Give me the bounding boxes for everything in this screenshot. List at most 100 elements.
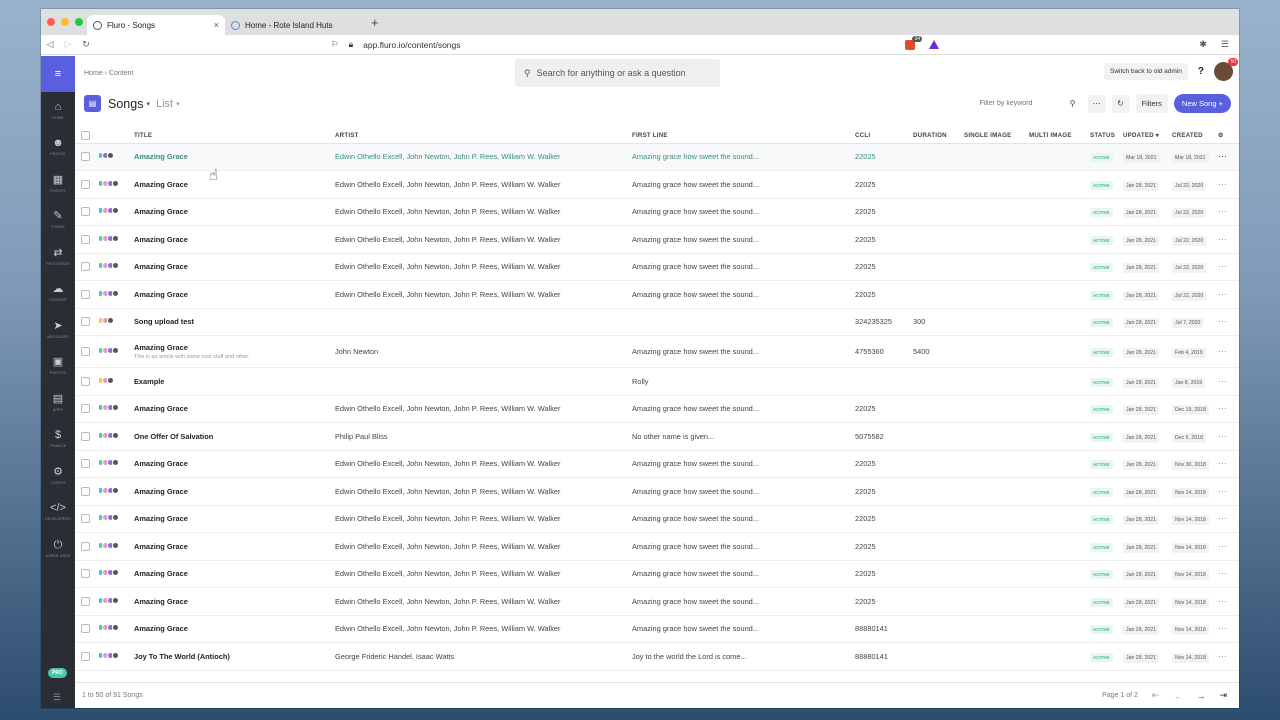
song-title[interactable]: Amazing Grace (134, 505, 335, 533)
column-settings-icon[interactable]: ⚙ (1218, 129, 1239, 144)
search-icon[interactable]: ⚲ (1063, 94, 1082, 113)
sidebar-item-messages[interactable]: ➤ MESSAGES (41, 311, 75, 348)
column-artist[interactable]: ARTIST (335, 129, 632, 144)
table-row[interactable]: Amazing Grace Edwin Othello Excell, John… (75, 225, 1239, 254)
song-title[interactable]: One Offer Of Salvation (134, 422, 335, 451)
maximize-window-button[interactable] (75, 18, 83, 26)
row-checkbox[interactable] (81, 234, 90, 244)
brave-shield-icon[interactable]: 34 (905, 35, 922, 50)
more-options-icon[interactable]: ⋯ (1218, 403, 1227, 413)
new-tab-button[interactable]: + (371, 15, 379, 30)
filters-button[interactable]: Filters (1135, 94, 1168, 113)
table-row[interactable]: Amazing Grace Edwin Othello Excell, John… (75, 253, 1239, 281)
row-checkbox[interactable] (81, 459, 90, 469)
song-title[interactable]: Amazing Grace (134, 225, 335, 254)
table-row[interactable]: Amazing Grace Edwin Othello Excell, John… (75, 477, 1239, 506)
song-title[interactable]: Amazing Grace (134, 587, 335, 616)
table-row[interactable]: Amazing Grace Edwin Othello Excell, John… (75, 170, 1239, 199)
song-title[interactable]: Amazing Grace (134, 253, 335, 281)
new-song-button[interactable]: New Song + (1173, 94, 1231, 113)
table-row[interactable]: Song upload test 324235325 300 ACTIVE Ja… (75, 308, 1239, 336)
table-row[interactable]: Amazing Grace Edwin Othello Excell, John… (75, 198, 1239, 226)
song-title[interactable]: Amazing Grace (134, 143, 335, 171)
more-options-icon[interactable]: ⋯ (1218, 431, 1227, 441)
sidebar-item-developers[interactable]: </> DEVELOPERS (41, 494, 75, 531)
song-title[interactable]: Amazing Grace (134, 280, 335, 309)
more-options-icon[interactable]: ⋯ (1218, 458, 1227, 468)
more-options-icon[interactable]: ⋯ (1218, 289, 1227, 299)
sidebar-item-config[interactable]: ⚙ CONFIG (41, 457, 75, 494)
chevron-down-icon[interactable]: ▾ (146, 100, 150, 108)
row-checkbox[interactable] (81, 179, 90, 189)
table-row[interactable]: Amazing Grace Edwin Othello Excell, John… (75, 505, 1239, 533)
last-page-icon[interactable]: ⇥ (1219, 690, 1227, 701)
back-icon[interactable]: ◁ (41, 39, 59, 50)
close-window-button[interactable] (47, 18, 55, 26)
view-selector[interactable]: List (156, 98, 173, 110)
column-single-image[interactable]: SINGLE IMAGE (964, 129, 1029, 144)
list-icon[interactable]: ☰ (53, 692, 61, 703)
column-status[interactable]: STATUS (1090, 129, 1123, 144)
search-input[interactable]: ⚲ Search for anything or ask a question (515, 59, 720, 87)
minimize-window-button[interactable] (61, 18, 69, 26)
switch-admin-button[interactable]: Switch back to old admin (1103, 63, 1188, 80)
column-title[interactable]: TITLE (134, 129, 335, 144)
song-title[interactable]: Amazing Grace (134, 477, 335, 506)
row-checkbox[interactable] (81, 541, 90, 551)
song-title[interactable]: Amazing Grace (134, 395, 335, 423)
url-text[interactable]: app.fluro.io/content/songs (363, 40, 460, 50)
song-title[interactable]: Song upload test (134, 308, 335, 336)
song-title[interactable]: Amazing Grace (134, 450, 335, 478)
first-page-icon[interactable]: ⇤ (1152, 690, 1160, 701)
sidebar-item-photos[interactable]: ▣ PHOTOS (41, 348, 75, 385)
table-row[interactable]: Amazing Grace Edwin Othello Excell, John… (75, 587, 1239, 616)
more-options-icon[interactable]: ⋯ (1087, 94, 1106, 113)
tab-fluro-songs[interactable]: Fluro - Songs × (87, 15, 225, 35)
row-checkbox[interactable] (81, 152, 90, 162)
table-row[interactable]: Amazing Grace Edwin Othello Excell, John… (75, 395, 1239, 423)
row-checkbox[interactable] (81, 207, 90, 217)
more-options-icon[interactable]: ⋯ (1218, 151, 1227, 161)
next-page-icon[interactable]: → (1196, 691, 1205, 701)
more-options-icon[interactable]: ⋯ (1218, 486, 1227, 496)
row-checkbox[interactable] (81, 376, 90, 386)
table-row[interactable]: Joy To The World (Antioch) George Frider… (75, 642, 1239, 671)
address-bar[interactable]: ⚐ 🔒︎ app.fluro.io/content/songs (331, 39, 461, 50)
table-row[interactable]: Amazing Grace Edwin Othello Excell, John… (75, 450, 1239, 478)
song-title[interactable]: Amazing Grace (134, 532, 335, 561)
row-checkbox[interactable] (81, 651, 90, 661)
brave-rewards-icon[interactable] (929, 40, 939, 49)
more-options-icon[interactable]: ⋯ (1218, 179, 1227, 189)
table-row[interactable]: One Offer Of Salvation Philip Paul Bliss… (75, 422, 1239, 451)
chevron-down-icon[interactable]: ▾ (176, 100, 180, 108)
column-ccli[interactable]: CCLI (855, 129, 913, 144)
table-row[interactable]: Amazing Grace This is an article with so… (75, 335, 1239, 368)
row-checkbox[interactable] (81, 317, 90, 327)
column-duration[interactable]: DURATION (913, 129, 964, 144)
table-row[interactable]: Amazing Grace Edwin Othello Excell, John… (75, 560, 1239, 588)
close-tab-icon[interactable]: × (214, 20, 219, 30)
table-row[interactable]: Amazing Grace Edwin Othello Excell, John… (75, 280, 1239, 309)
table-row[interactable]: Amazing Grace Edwin Othello Excell, John… (75, 143, 1239, 171)
menu-toggle[interactable]: ≡ (41, 56, 75, 92)
forward-icon[interactable]: ▷ (59, 39, 77, 50)
more-options-icon[interactable]: ⋯ (1218, 651, 1227, 661)
row-checkbox[interactable] (81, 596, 90, 606)
song-title[interactable]: Amazing Grace (134, 615, 335, 643)
more-options-icon[interactable]: ⋯ (1218, 513, 1227, 523)
sidebar-item-content[interactable]: ☁ CONTENT (41, 275, 75, 312)
table-row[interactable]: Amazing Grace Edwin Othello Excell, John… (75, 615, 1239, 643)
more-options-icon[interactable]: ⋯ (1218, 376, 1227, 386)
sidebar-item-home[interactable]: ⌂ HOME (41, 92, 75, 129)
table-row[interactable]: Amazing Grace Edwin Othello Excell, John… (75, 532, 1239, 561)
more-options-icon[interactable]: ⋯ (1218, 206, 1227, 216)
extensions-icon[interactable]: ✱ (1199, 39, 1207, 50)
song-title[interactable]: Amazing Grace (134, 170, 335, 199)
more-options-icon[interactable]: ⋯ (1218, 316, 1227, 326)
more-options-icon[interactable]: ⋯ (1218, 596, 1227, 606)
sidebar-item-processes[interactable]: ⇄ PROCESSES (41, 238, 75, 275)
sidebar-item-finance[interactable]: $ FINANCE (41, 421, 75, 458)
song-title[interactable]: Joy To The World (Antioch) (134, 642, 335, 671)
more-options-icon[interactable]: ⋯ (1218, 346, 1227, 356)
row-checkbox[interactable] (81, 486, 90, 496)
